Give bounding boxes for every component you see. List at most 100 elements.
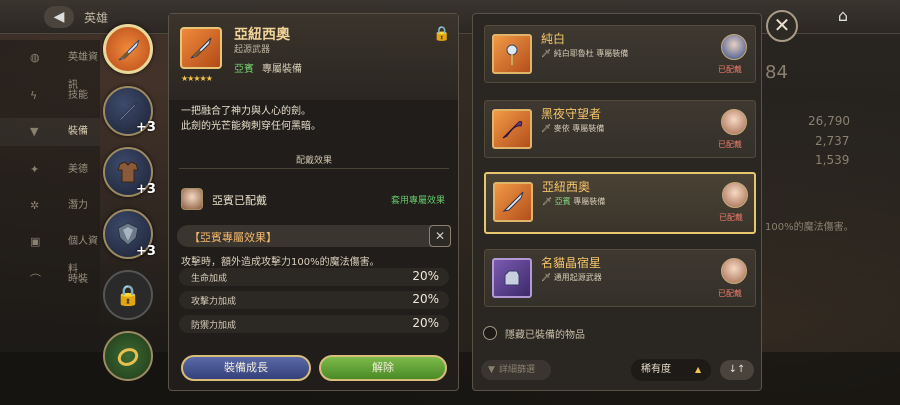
- item-icon-frame: [180, 27, 222, 69]
- sword-icon: [502, 191, 524, 212]
- stat-row: 防禦力加成 20%: [179, 315, 449, 333]
- equipped-badge: 已配戴: [718, 289, 742, 298]
- item-owner-text: 專屬裝備: [573, 197, 606, 206]
- sword-small-icon: 🗡: [542, 197, 555, 206]
- nav-item-label: 潛力: [68, 200, 88, 211]
- item-description: 一把融合了神力與人心的劍。 此劍的光芒能夠刺穿任何黑暗。: [181, 104, 451, 134]
- exclusive-effect-desc: 攻擊時，額外造成攻擊力100%的魔法傷害。: [181, 257, 380, 268]
- exclusive-hero-name: 亞賓: [234, 64, 254, 75]
- virtue-icon: ✦: [30, 163, 40, 176]
- avatar: [722, 182, 748, 208]
- sort-order-button[interactable]: ↓↑: [720, 360, 754, 380]
- filter-icon: ▼: [488, 365, 495, 375]
- back-button[interactable]: ◀: [44, 6, 74, 28]
- nav-item-virtue[interactable]: ✦ 美德: [0, 156, 100, 184]
- potential-icon: ✲: [30, 199, 40, 212]
- item-icon-frame: [492, 258, 532, 298]
- item-type: 起源武器: [234, 45, 271, 55]
- equipment-card[interactable]: 純白 🗡 純白耶魯杜 專屬裝備 已配戴: [484, 25, 756, 83]
- armor-icon: ▼: [30, 125, 39, 138]
- stat-row: 生命加成 20%: [179, 268, 449, 286]
- avatar: [721, 109, 747, 135]
- profile-icon: ▣: [30, 235, 41, 248]
- skill-icon: ϟ: [30, 89, 38, 102]
- equip-effect-title: 配戴效果: [179, 153, 449, 169]
- slot-plus-level: +3: [136, 244, 156, 259]
- equipped-badge: 已配戴: [718, 65, 742, 74]
- item-name: 黑夜守望者: [541, 107, 602, 121]
- slot-plus-level: +3: [136, 182, 156, 197]
- stat-label: 生命加成: [191, 274, 228, 284]
- exclusive-effect-title: 【亞賓專屬效果】: [189, 231, 277, 244]
- equipment-card[interactable]: 黑夜守望者 🗡 麥依 專屬裝備 已配戴: [484, 100, 756, 158]
- page-title: 英雄: [84, 11, 109, 25]
- nav-item-equipment[interactable]: ▼ 裝備: [0, 118, 100, 146]
- upgrade-equipment-button[interactable]: 裝備成長: [181, 355, 311, 381]
- applied-effect-text: 套用專屬效果: [391, 196, 446, 206]
- home-icon[interactable]: ⌂: [830, 6, 856, 28]
- hide-equipped-toggle[interactable]: [483, 326, 497, 340]
- nav-item-skill[interactable]: ϟ 技能: [0, 82, 100, 110]
- stat-label: 攻擊力加成: [191, 297, 237, 307]
- sort-label: 稀有度: [641, 364, 671, 375]
- nav-item-potential[interactable]: ✲ 潛力: [0, 192, 100, 220]
- staff-icon: [506, 44, 518, 65]
- sort-arrow-icon: ▲: [695, 365, 702, 374]
- nav-item-label: 裝備: [68, 126, 88, 137]
- scythe-icon: [502, 121, 523, 139]
- bg-level: 84: [765, 62, 788, 83]
- lock-icon: 🔒: [115, 283, 141, 307]
- item-owner: 🗡 通用起源武器: [541, 272, 602, 283]
- nav-item-label: 時裝: [68, 274, 88, 285]
- equipped-by-text: 亞賓已配戴: [212, 194, 267, 207]
- nav-item-hero-info[interactable]: ◍ 英雄資訊: [0, 44, 100, 91]
- ring-icon: [117, 348, 139, 366]
- nav-item-profile[interactable]: ▣ 個人資料: [0, 228, 100, 275]
- item-name: 亞紐西奧: [542, 180, 591, 194]
- exclusive-label: 專屬裝備: [262, 64, 302, 75]
- item-owner-text: 麥依 專屬裝備: [553, 124, 605, 133]
- item-icon-frame: [492, 34, 532, 74]
- nav-item-label: 技能: [68, 90, 88, 101]
- stat-value: 20%: [412, 292, 439, 306]
- item-owner: 🗡 純白耶魯杜 專屬裝備: [541, 48, 628, 59]
- filter-label: 詳細篩選: [499, 365, 536, 375]
- left-nav: ◍ 英雄資訊 ϟ 技能 ▼ 裝備 ✦ 美德 ✲ 潛力 ▣ 個人資料 ⌒ 時裝: [0, 40, 100, 340]
- nav-item-label: 美德: [68, 164, 88, 175]
- item-icon-frame: [493, 182, 533, 222]
- stat-value: 20%: [412, 316, 439, 330]
- bg-stat: 1,539: [815, 153, 850, 167]
- bg-desc: 100%的魔法傷害。: [765, 222, 854, 233]
- equipment-card-selected[interactable]: 亞紐西奧 🗡 亞賓 專屬裝備 已配戴: [484, 172, 756, 234]
- weapon-slot[interactable]: [103, 24, 153, 74]
- nav-item-costume[interactable]: ⌒ 時裝: [0, 266, 100, 294]
- item-owner-text: 通用起源武器: [553, 273, 602, 282]
- sword-small-icon: 🗡: [541, 273, 554, 282]
- close-button[interactable]: ✕: [766, 10, 798, 42]
- costume-icon: ⌒: [30, 273, 41, 286]
- effect-info-icon[interactable]: ✕: [429, 225, 451, 247]
- unequip-button[interactable]: 解除: [319, 355, 447, 381]
- bg-stat: 26,790: [808, 114, 850, 128]
- bg-stat: 2,737: [815, 134, 850, 148]
- equipped-badge: 已配戴: [719, 213, 743, 222]
- sword-small-icon: 🗡: [541, 49, 554, 58]
- gauntlet-icon: [504, 270, 520, 286]
- rarity-stars: ★★★★★: [181, 74, 213, 83]
- detail-filter-button[interactable]: ▼ 詳細篩選: [481, 360, 551, 380]
- lock-icon[interactable]: 🔒: [433, 26, 450, 42]
- avatar: [721, 34, 747, 60]
- item-icon-frame: [492, 109, 532, 149]
- avatar: [721, 258, 747, 284]
- sword-icon: [190, 37, 212, 59]
- description-line: 一把融合了神力與人心的劍。: [181, 106, 311, 117]
- item-owner-text: 純白耶魯杜 專屬裝備: [553, 49, 629, 58]
- avatar: [181, 188, 203, 210]
- stat-value: 20%: [412, 269, 439, 283]
- ring-slot[interactable]: [103, 331, 153, 381]
- description-line: 此劍的光芒能夠刺穿任何黑暗。: [181, 121, 321, 132]
- equipment-card[interactable]: 名貓晶宿星 🗡 通用起源武器 已配戴: [484, 249, 756, 307]
- locked-slot[interactable]: 🔒: [103, 270, 153, 320]
- item-owner: 🗡 麥依 專屬裝備: [541, 123, 604, 134]
- item-name: 名貓晶宿星: [541, 256, 602, 270]
